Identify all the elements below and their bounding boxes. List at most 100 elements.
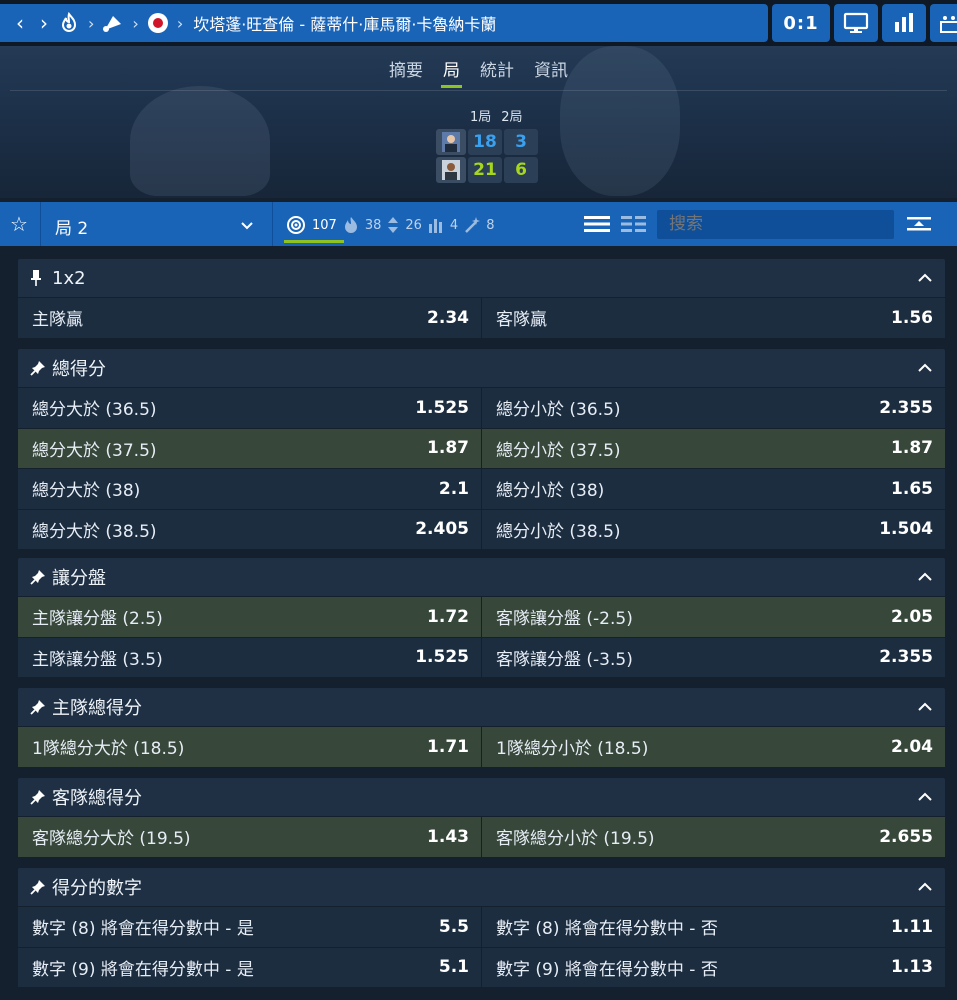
match-score: 0:1 — [772, 4, 830, 42]
away-set2-score: 6 — [504, 157, 538, 183]
shuttlecock-icon[interactable] — [100, 10, 126, 36]
selection-label: 數字 (9) 將會在得分數中 - 是 — [32, 959, 254, 980]
sort-arrows-icon[interactable] — [387, 216, 399, 234]
back-icon[interactable]: ‹ — [8, 11, 32, 35]
selection-label: 總分小於 (38) — [496, 481, 605, 502]
search-input[interactable] — [657, 210, 894, 239]
market-filter-counts: 107 38 26 4 8 — [286, 215, 494, 235]
fire-icon[interactable] — [56, 10, 82, 36]
home-player-avatar — [436, 129, 466, 155]
odds-button[interactable]: 主隊贏 2.34 — [18, 298, 481, 338]
list-view-icon[interactable] — [583, 214, 611, 234]
odds-value: 2.05 — [891, 606, 933, 627]
stats-icon — [895, 13, 913, 32]
tab-sets[interactable]: 局 — [433, 60, 470, 90]
market-row: 主隊讓分盤 (3.5) 1.525 客隊讓分盤 (-3.5) 2.355 — [18, 637, 945, 677]
tab-statistics[interactable]: 統計 — [470, 60, 524, 90]
odds-button[interactable]: 總分小於 (36.5) 2.355 — [482, 388, 945, 428]
odds-value: 1.87 — [427, 438, 469, 459]
favorite-star-icon[interactable]: ☆ — [10, 212, 28, 236]
special-markets-count: 8 — [486, 217, 495, 233]
popular-markets-count: 38 — [364, 217, 382, 233]
fire-icon[interactable] — [343, 216, 359, 234]
chevron-down-icon[interactable] — [240, 219, 254, 233]
odds-value: 2.34 — [427, 307, 469, 328]
market-title: 讓分盤 — [52, 568, 106, 589]
odds-button[interactable]: 總分大於 (36.5) 1.525 — [18, 388, 481, 428]
odds-button[interactable]: 客隊總分小於 (19.5) 2.655 — [482, 817, 945, 857]
top-bar: ‹ › › › › 坎塔蓬·旺查倫 - 薩蒂什·庫馬爾·卡魯納卡蘭 0:1 — [0, 0, 957, 46]
breadcrumb: ‹ › › › › 坎塔蓬·旺查倫 - 薩蒂什·庫馬爾·卡魯納卡蘭 — [0, 4, 768, 42]
grid-view-icon[interactable] — [620, 214, 648, 234]
period-select[interactable]: 局 2 — [55, 214, 88, 239]
odds-value: 1.72 — [427, 606, 469, 627]
selection-label: 1隊總分小於 (18.5) — [496, 739, 649, 760]
odds-button[interactable]: 總分大於 (38) 2.1 — [18, 469, 481, 509]
pin-icon[interactable] — [30, 569, 50, 585]
away-score-row: 21 6 — [436, 157, 538, 183]
market-row: 1隊總分大於 (18.5) 1.71 1隊總分小於 (18.5) 2.04 — [18, 727, 945, 767]
selection-label: 數字 (8) 將會在得分數中 - 否 — [496, 919, 718, 940]
market-row: 數字 (9) 將會在得分數中 - 是 5.1 數字 (9) 將會在得分數中 - 否… — [18, 947, 945, 987]
odds-button[interactable]: 總分小於 (38.5) 1.504 — [482, 509, 945, 549]
pin-icon[interactable] — [30, 269, 50, 287]
handicap-icon[interactable] — [428, 216, 444, 234]
tab-summary[interactable]: 摘要 — [379, 60, 433, 90]
odds-button[interactable]: 數字 (9) 將會在得分數中 - 否 1.13 — [482, 947, 945, 987]
odds-button[interactable]: 總分小於 (37.5) 1.87 — [482, 428, 945, 468]
market-header[interactable]: 主隊總得分 — [18, 688, 945, 726]
pin-icon[interactable] — [30, 879, 50, 895]
odds-button[interactable]: 總分大於 (38.5) 2.405 — [18, 509, 481, 549]
market-1x2: 1x2 主隊贏 2.34 客隊贏 1.56 — [18, 259, 945, 338]
odds-button[interactable]: 客隊總分大於 (19.5) 1.43 — [18, 817, 481, 857]
odds-button[interactable]: 1隊總分小於 (18.5) 2.04 — [482, 727, 945, 767]
chevron-up-icon[interactable] — [917, 362, 933, 374]
chevron-up-icon[interactable] — [917, 791, 933, 803]
collapse-all-button[interactable] — [906, 214, 934, 238]
market-header[interactable]: 1x2 — [18, 259, 945, 297]
chevron-up-icon[interactable] — [917, 701, 933, 713]
odds-button[interactable]: 1隊總分大於 (18.5) 1.71 — [18, 727, 481, 767]
market-header[interactable]: 得分的數字 — [18, 868, 945, 906]
tv-icon — [843, 12, 869, 33]
field-button[interactable] — [930, 4, 957, 42]
divider — [40, 202, 41, 246]
chevron-up-icon[interactable] — [917, 571, 933, 583]
odds-button[interactable]: 客隊贏 1.56 — [482, 298, 945, 338]
selection-label: 主隊讓分盤 (2.5) — [32, 609, 163, 630]
pin-icon[interactable] — [30, 789, 50, 805]
odds-button[interactable]: 總分小於 (38) 1.65 — [482, 469, 945, 509]
chevron-up-icon[interactable] — [917, 272, 933, 284]
tv-button[interactable] — [834, 4, 878, 42]
divider — [272, 202, 273, 246]
odds-value: 5.1 — [438, 957, 469, 978]
odds-button[interactable]: 主隊讓分盤 (2.5) 1.72 — [18, 597, 481, 637]
flag-icon[interactable] — [145, 10, 171, 36]
pin-icon[interactable] — [30, 360, 50, 376]
magic-wand-icon[interactable] — [464, 216, 481, 234]
odds-button[interactable]: 數字 (8) 將會在得分數中 - 是 5.5 — [18, 907, 481, 947]
chevron-up-icon[interactable] — [917, 881, 933, 893]
breadcrumb-separator: › — [176, 13, 184, 33]
total-markets-count: 26 — [405, 217, 422, 233]
selection-label: 數字 (9) 將會在得分數中 - 否 — [496, 959, 718, 980]
stats-button[interactable] — [882, 4, 926, 42]
pin-icon[interactable] — [30, 699, 50, 715]
target-icon[interactable] — [286, 215, 306, 235]
odds-button[interactable]: 主隊讓分盤 (3.5) 1.525 — [18, 637, 481, 677]
tabs-divider — [10, 90, 947, 91]
breadcrumb-separator: › — [132, 13, 139, 33]
odds-button[interactable]: 客隊讓分盤 (-3.5) 2.355 — [482, 637, 945, 677]
selection-label: 客隊讓分盤 (-3.5) — [496, 649, 633, 670]
odds-value: 1.43 — [427, 826, 469, 847]
tab-info[interactable]: 資訊 — [524, 60, 578, 90]
odds-button[interactable]: 數字 (9) 將會在得分數中 - 是 5.1 — [18, 947, 481, 987]
market-header[interactable]: 總得分 — [18, 349, 945, 387]
market-header[interactable]: 客隊總得分 — [18, 778, 945, 816]
odds-button[interactable]: 客隊讓分盤 (-2.5) 2.05 — [482, 597, 945, 637]
market-header[interactable]: 讓分盤 — [18, 558, 945, 596]
forward-icon[interactable]: › — [32, 11, 56, 35]
match-title: 坎塔蓬·旺查倫 - 薩蒂什·庫馬爾·卡魯納卡蘭 — [193, 15, 497, 34]
odds-button[interactable]: 數字 (8) 將會在得分數中 - 否 1.11 — [482, 907, 945, 947]
odds-button[interactable]: 總分大於 (37.5) 1.87 — [18, 428, 481, 468]
